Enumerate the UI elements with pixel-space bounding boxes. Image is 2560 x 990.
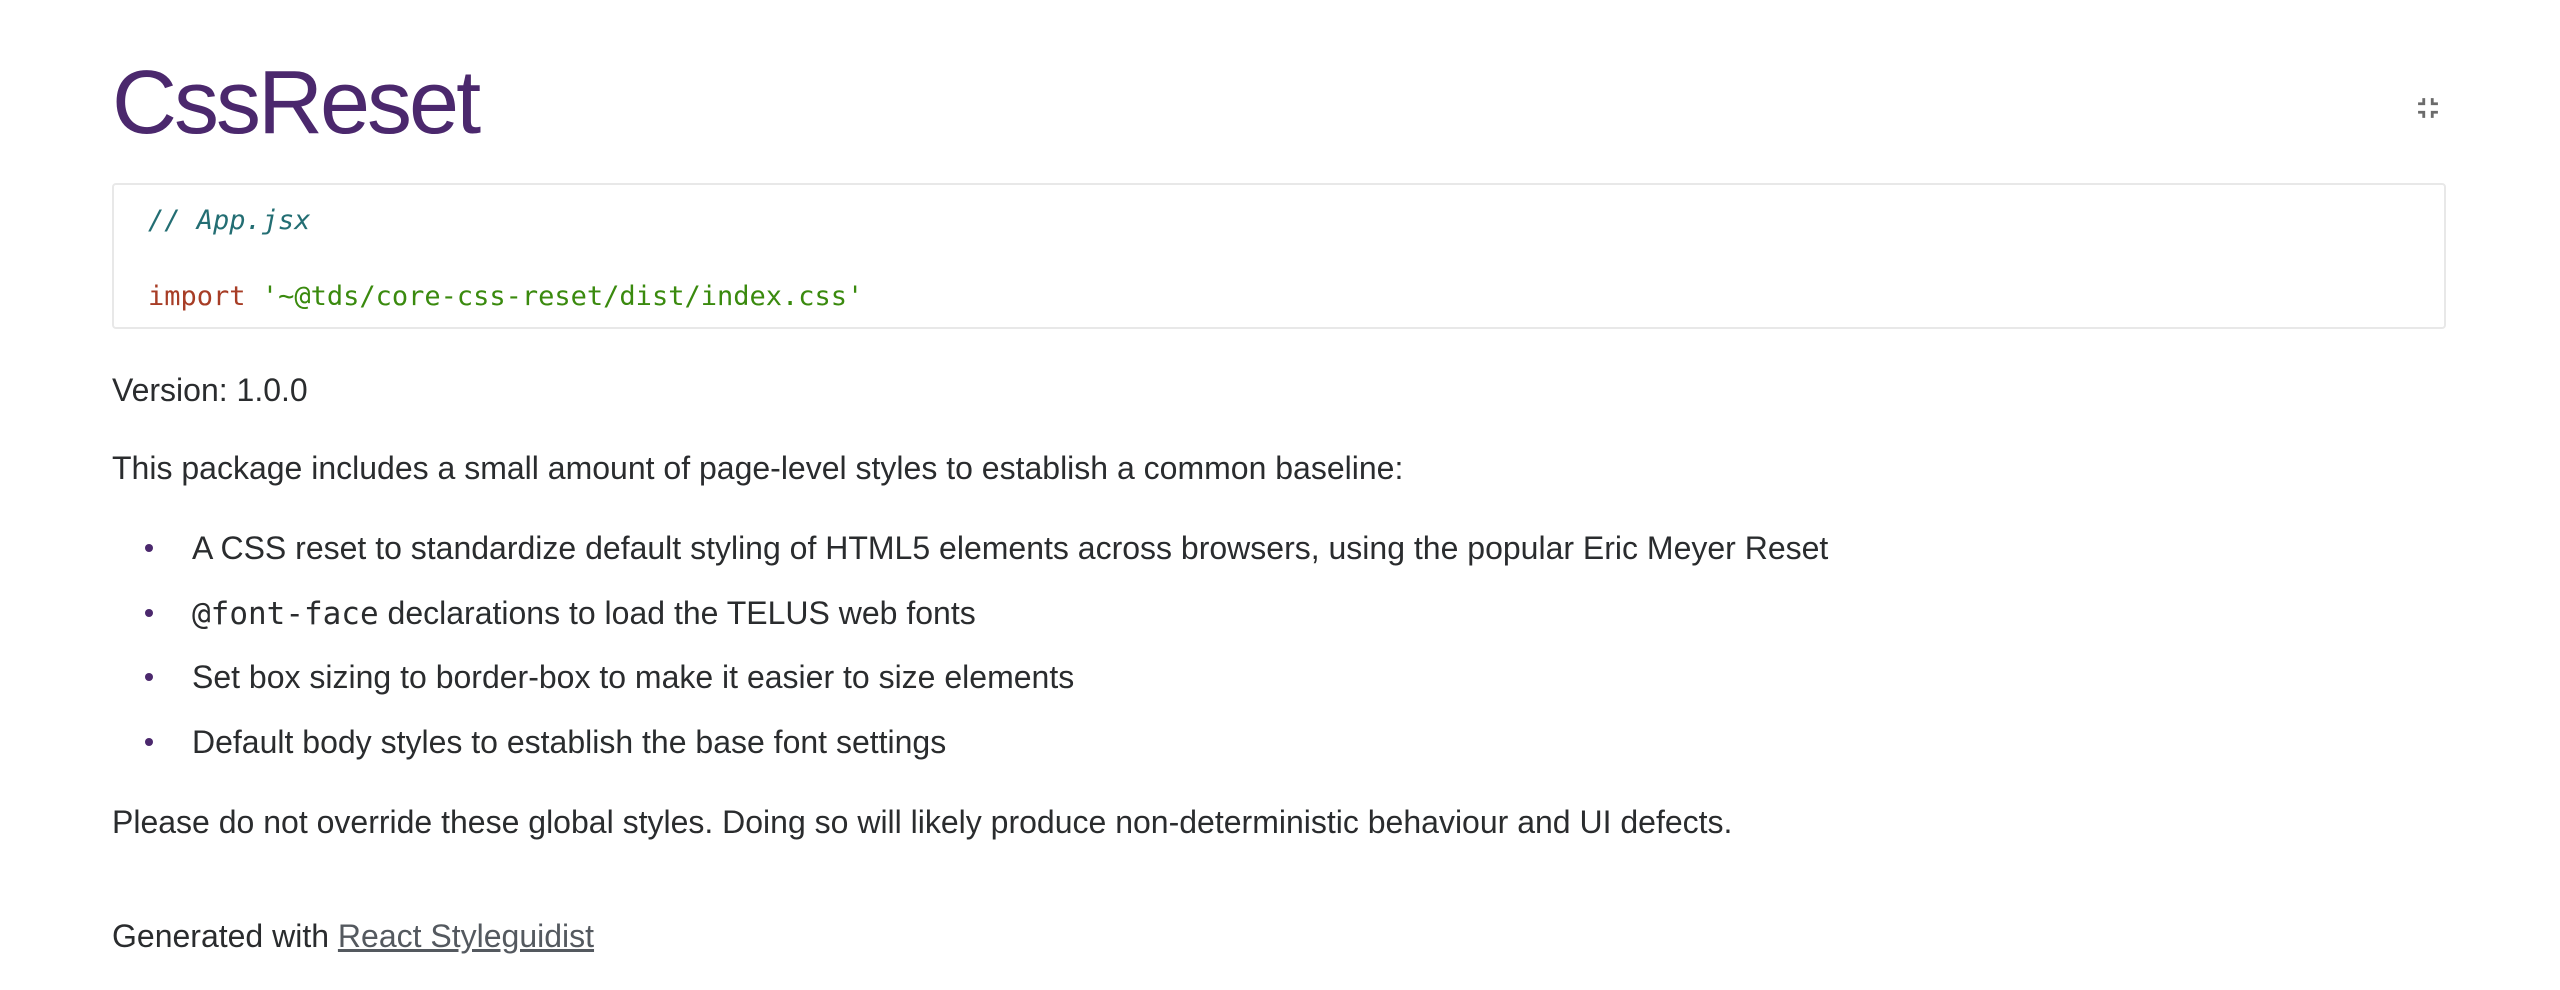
bullet-icon <box>145 608 153 617</box>
list-item-text: declarations to load the TELUS web fonts <box>378 594 976 631</box>
feature-list: A CSS reset to standardize default styli… <box>112 526 1828 784</box>
code-comment: // App.jsx <box>148 205 311 236</box>
list-item-text: Set box sizing to border-box to make it … <box>192 659 1075 695</box>
list-item-text: Default body styles to establish the bas… <box>192 723 947 760</box>
list-item: A CSS reset to standardize default styli… <box>112 526 1828 591</box>
styleguide-page: CssReset // App.jsx import '~@tds/core-c… <box>0 0 2560 990</box>
component-header: CssReset <box>112 48 2448 158</box>
code-keyword: import <box>148 281 246 312</box>
code-string: '~@tds/core-css-reset/dist/index.css' <box>261 281 864 312</box>
inline-code: @font-face <box>192 595 379 632</box>
page-title: CssReset <box>112 53 481 153</box>
collapse-button[interactable] <box>2408 88 2448 128</box>
footer-prefix: Generated with <box>112 918 338 954</box>
list-item: @font-face declarations to load the TELU… <box>112 591 1828 656</box>
styleguidist-link[interactable]: React Styleguidist <box>338 918 594 954</box>
code-import-line: import '~@tds/core-css-reset/dist/index.… <box>148 279 863 315</box>
list-item: Set box sizing to border-box to make it … <box>112 655 1828 720</box>
list-item-text: A CSS reset to standardize default styli… <box>192 530 1829 566</box>
bullet-icon <box>145 544 153 552</box>
warning-paragraph: Please do not override these global styl… <box>112 804 1733 840</box>
footer: Generated with React Styleguidist <box>112 914 594 958</box>
list-item: Default body styles to establish the bas… <box>112 720 1828 785</box>
collapse-icon <box>2418 98 2438 118</box>
code-example[interactable]: // App.jsx import '~@tds/core-css-reset/… <box>112 183 2446 329</box>
bullet-icon <box>145 673 153 681</box>
intro-paragraph: This package includes a small amount of … <box>112 450 1404 486</box>
version-text: Version: 1.0.0 <box>112 372 308 408</box>
bullet-icon <box>145 737 153 746</box>
